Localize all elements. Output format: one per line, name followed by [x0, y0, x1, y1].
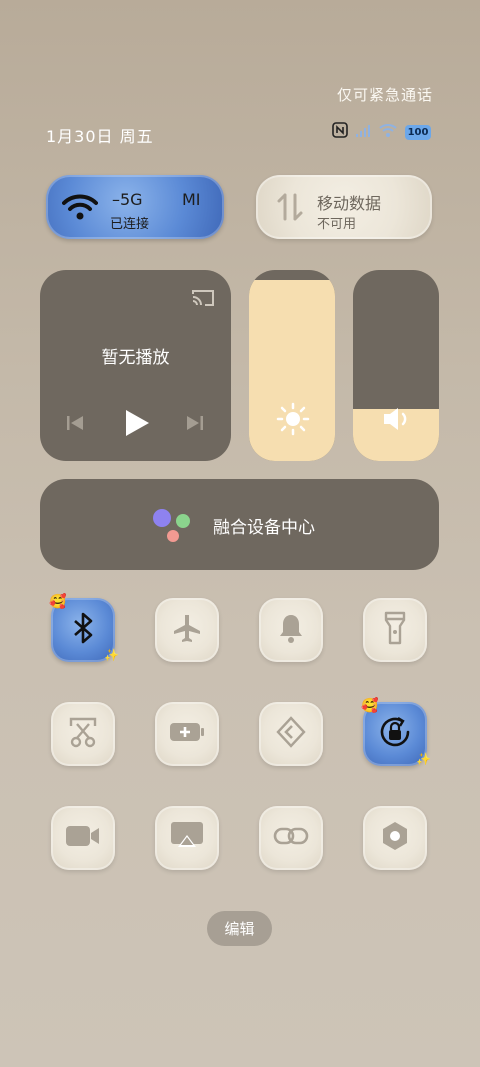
edit-button[interactable]: 编辑 [207, 911, 272, 946]
sparkle-icon: ✨ [416, 752, 431, 766]
date-label: 1月30日 周五 [46, 127, 154, 146]
code-toggle[interactable] [259, 702, 323, 766]
wifi-status: 已连接 [110, 217, 150, 232]
bell-icon [277, 612, 305, 648]
nfc-icon [332, 122, 348, 142]
previous-icon[interactable] [65, 413, 85, 437]
screen-cast-icon [170, 821, 204, 855]
brightness-slider[interactable] [249, 270, 335, 461]
battery-saver-toggle[interactable] [155, 702, 219, 766]
mobile-data-toggle[interactable]: 移动数据 不可用 [256, 175, 432, 239]
code-icon [275, 716, 307, 752]
next-icon[interactable] [185, 413, 205, 437]
emergency-call-text: 仅可紧急通话 [336, 86, 433, 104]
settings-icon [379, 820, 411, 856]
screen-record-toggle[interactable] [51, 806, 115, 870]
mobile-data-title: 移动数据 [317, 194, 382, 213]
device-center-label: 融合设备中心 [213, 518, 315, 538]
link-toggle[interactable] [259, 806, 323, 870]
bluetooth-toggle[interactable]: 🥰 ✨ [49, 594, 119, 662]
mobile-data-status: 不可用 [317, 217, 357, 232]
device-center-icon [152, 509, 194, 549]
screen-cast-toggle[interactable] [155, 806, 219, 870]
sparkle-icon: ✨ [104, 648, 119, 662]
screenshot-icon [68, 716, 98, 752]
data-transfer-icon [276, 191, 304, 227]
device-center-card[interactable]: 融合设备中心 [40, 479, 439, 570]
flashlight-toggle[interactable] [363, 598, 427, 662]
battery-icon: 100 [405, 124, 431, 140]
sun-icon [276, 402, 310, 440]
status-icons: 100 [332, 122, 431, 142]
wifi-icon [378, 122, 398, 142]
wifi-ssid-overflow: MI [182, 190, 201, 209]
cast-icon[interactable] [191, 288, 215, 312]
volume-slider[interactable] [353, 270, 439, 461]
play-icon[interactable] [123, 408, 151, 442]
wifi-toggle[interactable]: –5G MI 已连接 [46, 175, 224, 239]
settings-toggle[interactable] [363, 806, 427, 870]
screenshot-toggle[interactable] [51, 702, 115, 766]
rotation-lock-toggle[interactable]: 🥰 ✨ [361, 698, 431, 766]
video-icon [65, 824, 101, 852]
bell-toggle[interactable] [259, 598, 323, 662]
rotation-lock-icon [378, 715, 412, 753]
link-icon [273, 824, 309, 852]
wifi-icon [62, 193, 98, 225]
smile-emoji-icon: 🥰 [361, 698, 379, 714]
flashlight-icon [384, 611, 406, 649]
airplane-icon [171, 612, 203, 648]
speaker-icon [381, 405, 413, 437]
media-player-panel: 暂无播放 [40, 270, 231, 461]
battery-saver-icon [169, 721, 205, 747]
media-status: 暂无播放 [101, 348, 170, 368]
airplane-toggle[interactable] [155, 598, 219, 662]
smile-emoji-icon: 🥰 [49, 594, 67, 610]
bluetooth-icon [72, 611, 94, 649]
wifi-ssid: 5G [120, 190, 143, 209]
signal-icon [355, 123, 371, 142]
